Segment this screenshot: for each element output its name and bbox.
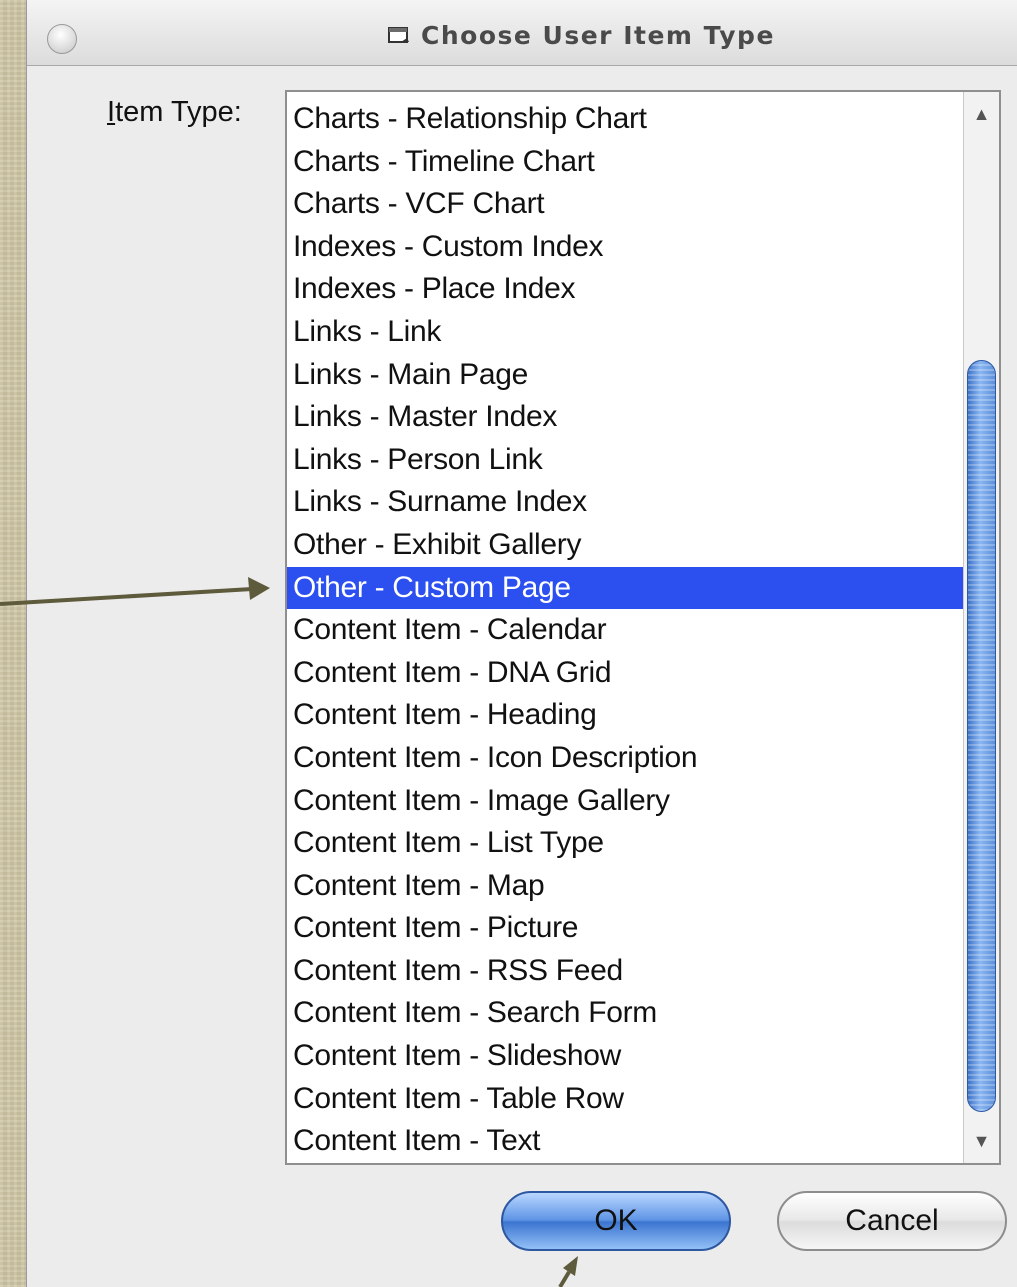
- ok-button[interactable]: OK: [501, 1191, 731, 1251]
- list-item[interactable]: Links - Surname Index: [287, 481, 963, 524]
- list-item[interactable]: Content Item - Slideshow: [287, 1035, 963, 1078]
- scroll-up-button[interactable]: ▲: [964, 92, 999, 136]
- list-item[interactable]: Links - Main Page: [287, 354, 963, 397]
- dialog-window-icon: [388, 27, 409, 43]
- list-item[interactable]: Content Item - RSS Feed: [287, 950, 963, 993]
- list-item[interactable]: Links - Master Index: [287, 396, 963, 439]
- list-item[interactable]: Content Item - Search Form: [287, 992, 963, 1035]
- up-arrow-icon: ▲: [972, 103, 991, 124]
- cancel-button[interactable]: Cancel: [777, 1191, 1007, 1251]
- list-item[interactable]: Content Item - Heading: [287, 694, 963, 737]
- close-button[interactable]: [47, 24, 77, 54]
- list-item[interactable]: Content Item - Icon Description: [287, 737, 963, 780]
- list-item[interactable]: Content Item - Picture: [287, 907, 963, 950]
- list-item[interactable]: Other - Exhibit Gallery: [287, 524, 963, 567]
- list-item[interactable]: Content Item - Calendar: [287, 609, 963, 652]
- down-arrow-icon: ▼: [972, 1130, 991, 1151]
- vertical-scrollbar[interactable]: ▲ ▼: [963, 92, 999, 1163]
- list-item[interactable]: Indexes - Place Index: [287, 268, 963, 311]
- list-item[interactable]: Content Item - Text: [287, 1120, 963, 1163]
- window-title: Choose User Item Type: [421, 20, 775, 50]
- list-item[interactable]: Indexes - Custom Index: [287, 226, 963, 269]
- list-item[interactable]: Links - Link: [287, 311, 963, 354]
- list-item[interactable]: Content Item - DNA Grid: [287, 652, 963, 695]
- list-item[interactable]: Content Item - Image Gallery: [287, 780, 963, 823]
- list-item[interactable]: Content Item - List Type: [287, 822, 963, 865]
- label-mnemonic: I: [107, 96, 116, 128]
- title-group: Choose User Item Type: [387, 18, 775, 52]
- label-text: tem Type:: [115, 96, 242, 128]
- list-item[interactable]: Content Item - Table Row: [287, 1078, 963, 1121]
- list-item[interactable]: Charts - Timeline Chart: [287, 141, 963, 184]
- item-type-label: Item Type:: [107, 96, 242, 129]
- choose-user-item-type-dialog: Choose User Item Type Item Type: Charts …: [26, 0, 1017, 1287]
- scroll-thumb[interactable]: [967, 360, 996, 1112]
- list-items: Charts - Relationship Chart Charts - Time…: [287, 98, 963, 1163]
- list-item[interactable]: Charts - VCF Chart: [287, 183, 963, 226]
- item-type-list[interactable]: Charts - Relationship Chart Charts - Time…: [285, 90, 1001, 1165]
- list-item[interactable]: Content Item - Map: [287, 865, 963, 908]
- list-item[interactable]: Other - Custom Page: [287, 566, 963, 610]
- scroll-down-button[interactable]: ▼: [964, 1119, 999, 1163]
- list-item[interactable]: Charts - Relationship Chart: [287, 98, 963, 141]
- list-item[interactable]: Links - Person Link: [287, 439, 963, 482]
- title-bar[interactable]: Choose User Item Type: [27, 0, 1017, 66]
